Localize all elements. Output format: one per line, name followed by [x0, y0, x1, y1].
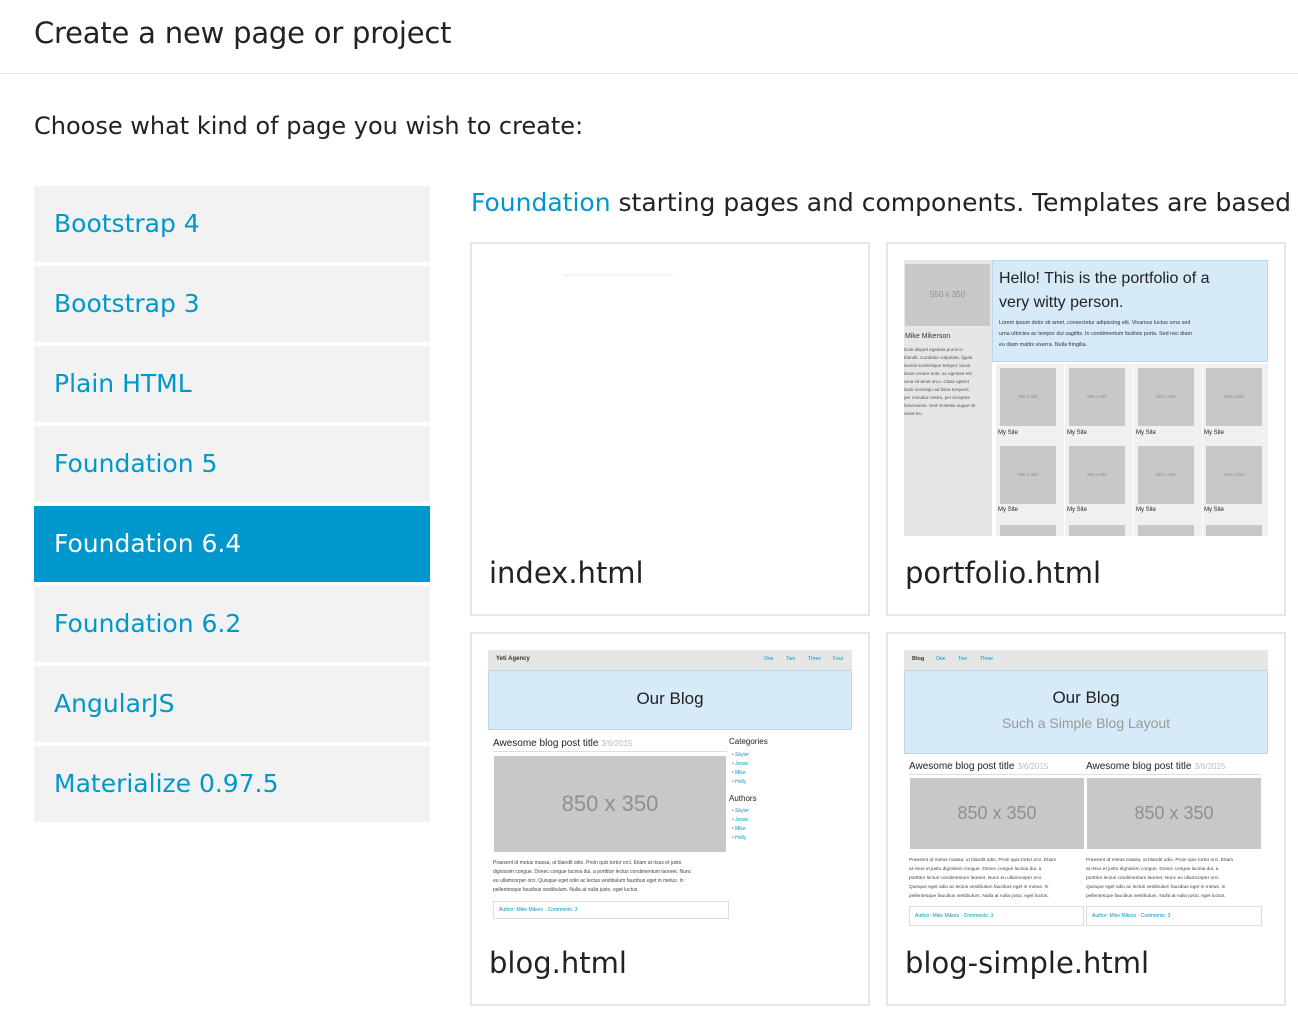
- thumb-hero-heading-2: very witty person.: [999, 294, 1124, 311]
- thumb-nav-link: Three: [808, 656, 822, 662]
- thumb-post-image: 850 x 350: [494, 756, 726, 852]
- thumb-post-body: Praesent id metus massa, ut blandit odio…: [909, 858, 1057, 899]
- thumb-post-image: 850 x 350: [910, 778, 1084, 849]
- thumb-post-title: Awesome blog post title 3/6/2015: [493, 738, 633, 749]
- template-thumbnail: Blog One Two Three Our Blog Such a Simpl…: [904, 650, 1268, 926]
- intro-text: Foundation starting pages and components…: [471, 188, 1298, 217]
- thumb-tile-label: My Site: [1067, 507, 1088, 513]
- thumb-post-body: Praesent id metus massa, ut blandit odio…: [1086, 858, 1234, 899]
- thumb-tile-label: My Site: [998, 507, 1019, 513]
- thumb-hero-heading: Hello! This is the portfolio of a: [999, 270, 1210, 287]
- thumb-tile: 550 x 550: [1069, 368, 1125, 426]
- sidebar-item-materialize[interactable]: Materialize 0.97.5: [34, 746, 430, 822]
- thumb-tile: 550 x 550: [1000, 446, 1056, 504]
- thumb-authors-label: Authors: [729, 794, 757, 803]
- thumb-profile-bio: Duis aliquet egestas purus in blandit. Cu…: [904, 347, 976, 416]
- thumb-tile-label: My Site: [1136, 507, 1157, 513]
- thumb-nav-link: Two: [786, 656, 796, 662]
- thumb-hero-title: Our Blog: [636, 689, 704, 708]
- thumb-tile-label: My Site: [1204, 507, 1225, 513]
- sidebar-item-foundation-5[interactable]: Foundation 5: [34, 426, 430, 502]
- thumb-tile: 550 x 550: [1138, 446, 1194, 504]
- thumb-post-footer: Author: Mike Mikers · Comments: 3: [915, 913, 994, 919]
- thumb-tile-label: My Site: [1067, 430, 1088, 436]
- thumb-tile-label: My Site: [1136, 430, 1157, 436]
- sidebar-item-bootstrap-3[interactable]: Bootstrap 3: [34, 266, 430, 342]
- thumb-tile-label: My Site: [998, 430, 1019, 436]
- thumb-post-footer: Author: Mike Mikers · Comments: 3: [1092, 913, 1171, 919]
- template-name: blog.html: [489, 946, 627, 980]
- thumb-tile: 550 x 550: [1000, 368, 1056, 426]
- thumb-nav-link: Three: [980, 656, 994, 662]
- thumb-tile: 550 x 550: [1206, 368, 1262, 426]
- prompt-text: Choose what kind of page you wish to cre…: [34, 112, 584, 140]
- thumb-nav-link: Two: [958, 656, 968, 662]
- intro-description: starting pages and components. Templates…: [610, 188, 1298, 217]
- thumb-tile: 550 x 550: [1138, 368, 1194, 426]
- thumb-hero: [904, 670, 1268, 754]
- page-title: Create a new page or project: [34, 16, 452, 50]
- thumb-tile-label: My Site: [1204, 430, 1225, 436]
- template-card-blog[interactable]: Yeti Agency One Two Three Four Our Blog …: [470, 632, 870, 1006]
- thumb-post-title: Awesome blog post title 3/6/2015: [909, 761, 1049, 772]
- thumb-categories-list: • Skyler • Jesse • Mike • Holly: [732, 752, 750, 785]
- template-card-portfolio[interactable]: 550 x 350 Mike Mikerson Duis aliquet ege…: [886, 242, 1286, 616]
- thumb-topbar: [488, 650, 852, 670]
- thumb-nav-link: Four: [833, 656, 844, 662]
- thumb-post-image: 850 x 350: [1087, 778, 1261, 849]
- template-card-index[interactable]: index.html: [470, 242, 870, 616]
- template-card-blog-simple[interactable]: Blog One Two Three Our Blog Such a Simpl…: [886, 632, 1286, 1006]
- framework-list: Bootstrap 4 Bootstrap 3 Plain HTML Found…: [34, 186, 430, 826]
- template-name: portfolio.html: [905, 556, 1102, 590]
- thumb-profile-name: Mike Mikerson: [905, 333, 951, 340]
- thumb-nav-link: One: [936, 656, 946, 662]
- page-header: Create a new page or project: [0, 0, 1298, 74]
- thumb-tile: 550 x 550: [1069, 446, 1125, 504]
- sidebar-item-angularjs[interactable]: AngularJS: [34, 666, 430, 742]
- template-thumbnail: [488, 260, 852, 536]
- sidebar-item-bootstrap-4[interactable]: Bootstrap 4: [34, 186, 430, 262]
- template-thumbnail: 550 x 350 Mike Mikerson Duis aliquet ege…: [904, 260, 1268, 536]
- thumb-tile: 550 x 550: [1206, 446, 1262, 504]
- template-name: index.html: [489, 556, 644, 590]
- thumb-brand: Yeti Agency: [496, 656, 530, 662]
- thumb-post-body: Praesent id metus massa, ut blandit odio…: [493, 860, 692, 893]
- thumb-avatar-placeholder: 550 x 350: [905, 264, 990, 326]
- thumb-hero-subtitle: Such a Simple Blog Layout: [1001, 715, 1171, 731]
- thumb-hero-text: Lorem ipsum dolor sit amet, consectetur …: [999, 320, 1192, 348]
- thumb-post-title: Awesome blog post title 3/6/2015: [1086, 761, 1226, 772]
- thumb-post-footer: Author: Mike Mikers · Comments: 3: [499, 907, 578, 913]
- thumb-hero-title: Our Blog: [1052, 688, 1120, 707]
- foundation-link[interactable]: Foundation: [471, 188, 611, 217]
- template-name: blog-simple.html: [905, 946, 1150, 980]
- sidebar-item-plain-html[interactable]: Plain HTML: [34, 346, 430, 422]
- sidebar-item-foundation-6-4[interactable]: Foundation 6.4: [34, 506, 430, 582]
- thumb-authors-list: • Skyler • Jesse • Mike • Holly: [732, 808, 750, 841]
- thumb-categories-label: Categories: [729, 737, 768, 746]
- thumb-nav-link: One: [764, 656, 774, 662]
- sidebar-item-foundation-6-2[interactable]: Foundation 6.2: [34, 586, 430, 662]
- thumb-brand: Blog: [912, 656, 925, 662]
- template-thumbnail: Yeti Agency One Two Three Four Our Blog …: [488, 650, 852, 926]
